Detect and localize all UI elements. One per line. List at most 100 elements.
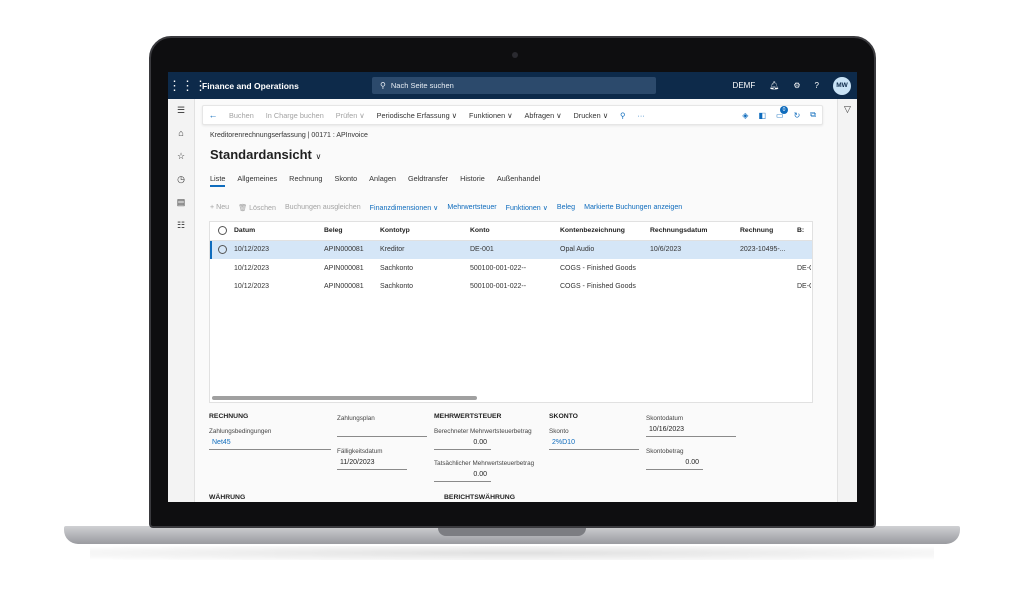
workspace-icon[interactable]: ▤ — [168, 191, 194, 214]
show-marked-transactions-button[interactable]: Markierte Buchungen anzeigen — [584, 203, 682, 212]
attachments-icon[interactable]: ▭ 0 — [776, 105, 789, 120]
buchen-button[interactable]: Buchen — [223, 111, 260, 120]
column-header[interactable]: Beleg — [324, 227, 380, 234]
table-cell[interactable]: DE-001 — [470, 246, 560, 253]
star-icon[interactable]: ☆ — [168, 145, 194, 168]
tab-geldtransfer[interactable]: Geldtransfer — [408, 174, 448, 187]
search-icon: ⚲ — [380, 81, 386, 90]
app-name[interactable]: Finance and Operations — [202, 81, 372, 91]
settle-transactions-button[interactable]: Buchungen ausgleichen — [285, 203, 361, 212]
table-cell[interactable]: 2023-10495-... — [740, 246, 797, 253]
refresh-icon[interactable]: ↻ — [794, 111, 801, 120]
select-all-radio[interactable] — [210, 226, 234, 236]
grid-toolbar: + Neu 🗑 Löschen Buchungen ausgleichen Fi… — [210, 203, 682, 212]
table-cell[interactable]: 10/6/2023 — [650, 246, 740, 253]
tab-liste[interactable]: Liste — [210, 174, 226, 187]
page-title: Standardansicht — [210, 147, 312, 162]
company-picker[interactable]: DEMF — [733, 81, 756, 90]
tab-aussenhandel[interactable]: Außenhandel — [497, 174, 540, 187]
in-charge-buchen-button[interactable]: In Charge buchen — [260, 111, 330, 120]
abfragen-menu[interactable]: Abfragen ∨ — [519, 111, 568, 120]
avatar[interactable]: MW — [833, 76, 851, 95]
table-cell[interactable]: DE-C — [797, 265, 811, 272]
table-cell[interactable]: 500100-001-022-- — [470, 283, 560, 290]
hamburger-icon[interactable]: ☰ — [168, 99, 194, 122]
skontobetrag-label: Skontobetrag — [646, 448, 684, 455]
tab-rechnung[interactable]: Rechnung — [289, 174, 322, 187]
table-cell[interactable]: 500100-001-022-- — [470, 265, 560, 272]
financial-dimensions-menu[interactable]: Finanzdimensionen ∨ — [370, 203, 439, 212]
table-cell[interactable]: APIN000081 — [324, 283, 380, 290]
back-arrow-icon[interactable]: ← — [203, 110, 223, 120]
tab-allgemeines[interactable]: Allgemeines — [237, 174, 277, 187]
column-header[interactable]: Konto — [470, 227, 560, 234]
section-skonto: SKONTO — [549, 413, 578, 420]
column-header[interactable]: Kontotyp — [380, 227, 470, 234]
periodische-erfassung-menu[interactable]: Periodische Erfassung ∨ — [371, 111, 463, 120]
chevron-down-icon: ∨ — [315, 152, 322, 161]
table-cell[interactable]: APIN000081 — [324, 246, 380, 253]
home-icon[interactable]: ⌂ — [168, 122, 194, 145]
row-select-radio[interactable] — [210, 245, 234, 255]
table-cell[interactable]: Sachkonto — [380, 265, 470, 272]
skontobetrag-field[interactable]: 0.00 — [646, 456, 703, 470]
table-cell[interactable]: 10/12/2023 — [234, 246, 324, 253]
popout-icon[interactable]: ⧉ — [810, 110, 816, 120]
column-header[interactable]: Datum — [234, 227, 324, 234]
app-launcher-icon[interactable]: ⋮⋮⋮ — [168, 78, 207, 94]
office-icon[interactable]: ◈ — [742, 111, 748, 120]
zahlungsbedingungen-field[interactable]: Net45 — [209, 436, 331, 450]
gear-icon[interactable]: ⚙ — [793, 81, 800, 90]
new-button[interactable]: + Neu — [210, 203, 229, 212]
table-cell[interactable]: Opal Audio — [560, 246, 650, 253]
berechnet-field: 0.00 — [434, 436, 491, 450]
tab-skonto[interactable]: Skonto — [334, 174, 357, 187]
search-box[interactable]: ⚲ Nach Seite suchen — [372, 77, 656, 94]
table-cell[interactable]: 10/12/2023 — [234, 283, 324, 290]
sales-tax-button[interactable]: Mehrwertsteuer — [447, 203, 496, 212]
tatsaechlich-field[interactable]: 0.00 — [434, 468, 491, 482]
powerapps-icon[interactable]: ◧ — [758, 111, 766, 120]
list-icon[interactable]: ☷ — [168, 214, 194, 237]
table-cell[interactable]: Sachkonto — [380, 283, 470, 290]
table-cell[interactable]: 10/12/2023 — [234, 265, 324, 272]
table-cell[interactable]: COGS - Finished Goods — [560, 265, 650, 272]
tab-anlagen[interactable]: Anlagen — [369, 174, 396, 187]
table-cell[interactable]: Kreditor — [380, 246, 470, 253]
zahlungsbedingungen-label: Zahlungsbedingungen — [209, 428, 272, 435]
more-options[interactable]: ··· — [631, 111, 650, 120]
table-cell[interactable]: COGS - Finished Goods — [560, 283, 650, 290]
search-icon[interactable]: ⚲ — [614, 111, 631, 120]
horizontal-scrollbar[interactable] — [212, 396, 477, 400]
funktionen-menu[interactable]: Funktionen ∨ — [463, 111, 518, 120]
zahlungsplan-label: Zahlungsplan — [337, 415, 375, 422]
faelligkeitsdatum-field[interactable]: 11/20/2023 — [337, 456, 407, 470]
drucken-menu[interactable]: Drucken ∨ — [568, 111, 615, 120]
voucher-button[interactable]: Beleg — [557, 203, 575, 212]
delete-button[interactable]: 🗑 Löschen — [238, 203, 276, 212]
pruefen-menu[interactable]: Prüfen ∨ — [330, 111, 371, 120]
view-selector[interactable]: Standardansicht ∨ — [210, 147, 321, 162]
filter-icon[interactable]: ▽ — [844, 104, 851, 114]
tab-historie[interactable]: Historie — [460, 174, 485, 187]
skonto-field[interactable]: 2%D10 — [549, 436, 639, 450]
table-cell[interactable]: DE-C — [797, 283, 811, 290]
clock-icon[interactable]: ◷ — [168, 168, 194, 191]
bell-icon[interactable]: 🔔︎ — [769, 81, 779, 90]
laptop-lid: ⋮⋮⋮ Finance and Operations ⚲ Nach Seite … — [149, 36, 876, 528]
table-row[interactable]: 10/12/2023 APIN000081 Sachkonto 500100-0… — [210, 278, 812, 297]
berechnet-label: Berechneter Mehrwertsteuerbetrag — [434, 428, 532, 435]
column-header[interactable]: Rechnung — [740, 227, 797, 234]
column-header[interactable]: Rechnungsdatum — [650, 227, 740, 234]
column-header[interactable]: Kontenbezeichnung — [560, 227, 650, 234]
functions-menu[interactable]: Funktionen ∨ — [506, 203, 548, 212]
table-row[interactable]: 10/12/2023 APIN000081 Sachkonto 500100-0… — [210, 259, 812, 278]
skontodatum-field[interactable]: 10/16/2023 — [646, 423, 736, 437]
zahlungsplan-field[interactable] — [337, 423, 427, 437]
grid-header: Datum Beleg Kontotyp Konto Kontenbezeich… — [210, 222, 812, 241]
section-berichtswaehrung: BERICHTSWÄHRUNG — [444, 494, 515, 501]
column-header[interactable]: B: — [797, 227, 811, 234]
table-cell[interactable]: APIN000081 — [324, 265, 380, 272]
help-icon[interactable]: ? — [815, 81, 819, 90]
table-row[interactable]: 10/12/2023 APIN000081 Kreditor DE-001 Op… — [210, 240, 812, 259]
